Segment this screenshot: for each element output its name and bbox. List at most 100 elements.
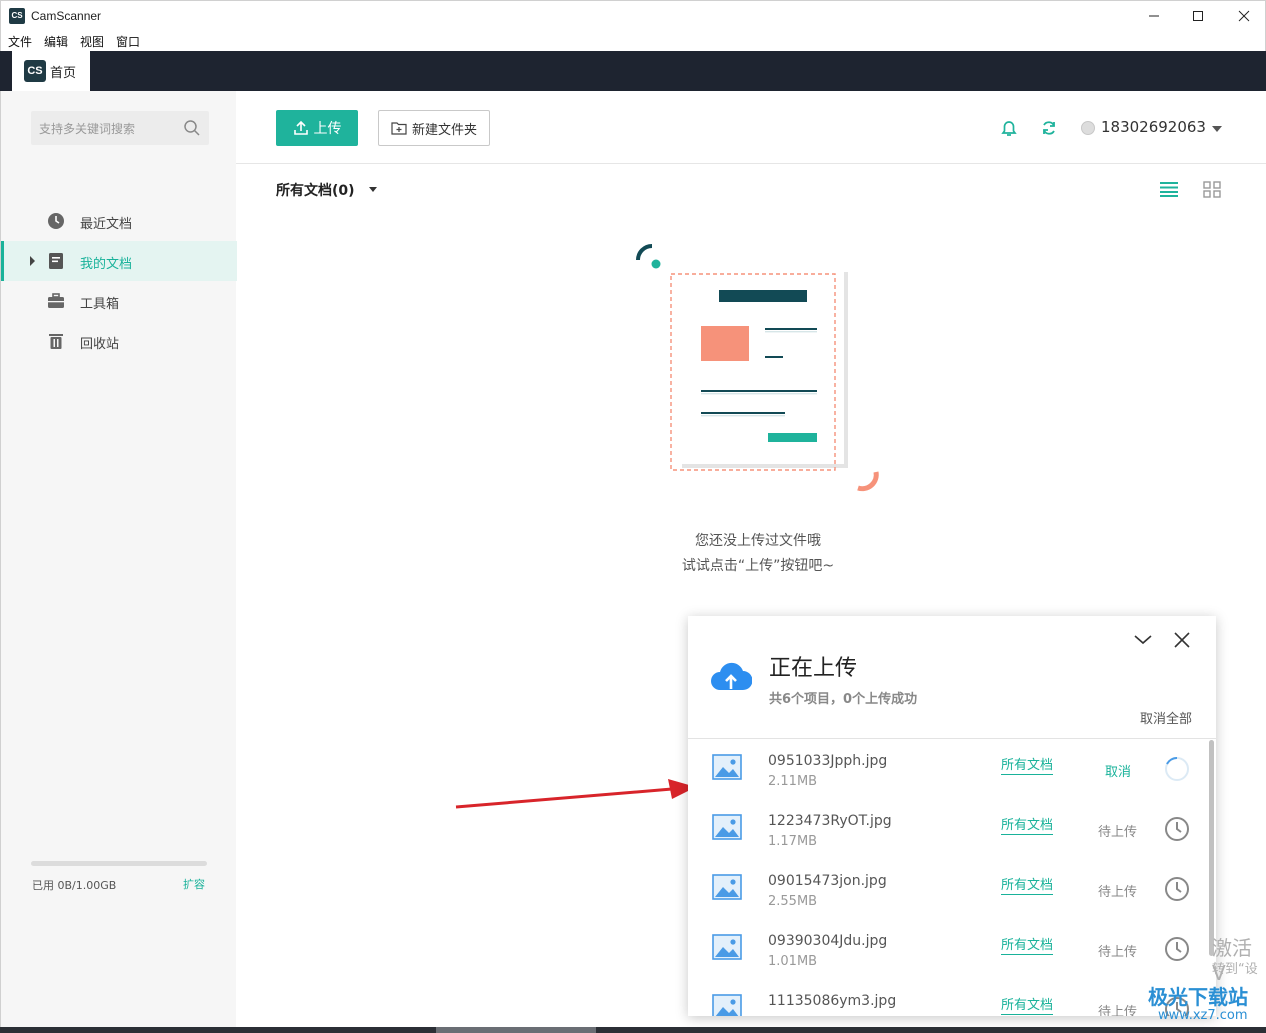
upload-file-row: 11135086ym3.jpg 所有文档 待上传	[688, 980, 1208, 1016]
destination-folder-link[interactable]: 所有文档	[1001, 938, 1054, 955]
file-size: 1.01MB	[768, 954, 818, 969]
close-icon	[1238, 10, 1250, 22]
title-bar: CS CamScanner	[0, 0, 1266, 30]
grid-view-icon[interactable]	[1203, 181, 1221, 198]
sidebar-item-label: 回收站	[80, 337, 120, 352]
app-icon: CS	[9, 8, 25, 24]
upload-file-row: 09015473jon.jpg 2.55MB 所有文档 待上传	[688, 860, 1208, 920]
upload-file-row: 0951033Jpph.jpg 2.11MB 所有文档 取消	[688, 740, 1208, 800]
destination-folder-link[interactable]: 所有文档	[1001, 998, 1054, 1015]
image-file-icon	[712, 874, 742, 900]
destination-folder-link[interactable]: 所有文档	[1001, 758, 1054, 775]
upload-file-row: 09390304Jdu.jpg 1.01MB 所有文档 待上传	[688, 920, 1208, 980]
menu-edit[interactable]: 编辑	[44, 33, 68, 50]
upload-status: 待上传	[1098, 1005, 1138, 1016]
trash-icon	[49, 334, 63, 349]
sidebar-item-trash[interactable]: 回收站	[1, 321, 237, 361]
account-dropdown-icon[interactable]	[1212, 126, 1222, 132]
main-toolbar: 上传 新建文件夹 18302692063	[236, 91, 1266, 164]
toolbox-icon	[48, 293, 64, 308]
image-file-icon	[712, 934, 742, 960]
sidebar-item-label: 工具箱	[80, 297, 120, 312]
close-window-button[interactable]	[1221, 1, 1266, 31]
expand-caret-icon[interactable]	[30, 256, 35, 266]
close-panel-icon[interactable]	[1172, 630, 1192, 650]
collapse-panel-icon[interactable]	[1132, 630, 1154, 648]
loading-spinner-icon	[1165, 756, 1189, 781]
expand-storage-link[interactable]: 扩容	[183, 876, 205, 892]
file-name: 09015473jon.jpg	[768, 873, 887, 889]
upload-panel-title: 正在上传	[769, 656, 858, 681]
destination-folder-link[interactable]: 所有文档	[1001, 818, 1054, 835]
upload-status: 待上传	[1098, 825, 1138, 840]
sidebar-item-my-docs[interactable]: 我的文档	[1, 241, 237, 281]
red-arrow-annotation	[455, 779, 696, 809]
clock-icon	[1165, 817, 1189, 841]
document-filter-title[interactable]: 所有文档(0)	[276, 180, 355, 200]
file-name: 09390304Jdu.jpg	[768, 933, 888, 949]
tab-bar: CS 首页	[0, 51, 1266, 91]
maximize-icon	[1193, 11, 1203, 21]
file-size: 2.11MB	[768, 774, 818, 789]
tab-home[interactable]: CS 首页	[12, 51, 90, 91]
menu-window[interactable]: 窗口	[116, 33, 140, 50]
empty-state-line-1: 您还没上传过文件哦	[695, 533, 821, 549]
file-name: 11135086ym3.jpg	[768, 993, 897, 1009]
storage-usage-bar	[31, 861, 207, 866]
divider	[688, 738, 1216, 739]
sidebar-item-label: 最近文档	[80, 217, 133, 232]
chevron-down-icon[interactable]	[369, 187, 377, 192]
upload-file-row: 1223473RyOT.jpg 1.17MB 所有文档 待上传	[688, 800, 1208, 860]
sidebar-item-recent[interactable]: 最近文档	[1, 201, 237, 241]
menu-view[interactable]: 视图	[80, 33, 104, 50]
scrollbar[interactable]	[1209, 740, 1214, 956]
camscanner-logo: CS	[24, 60, 46, 82]
activation-watermark-sub: 转到“设	[1212, 962, 1258, 977]
minimize-icon	[1149, 15, 1159, 17]
image-file-icon	[712, 994, 742, 1016]
site-watermark-logo: 极光下载站	[1148, 985, 1248, 1009]
upload-panel-summary: 共6个项目，0个上传成功	[769, 692, 918, 707]
new-folder-button-label: 新建文件夹	[411, 122, 477, 138]
taskbar-edge	[0, 1027, 1266, 1033]
file-size: 1.17MB	[768, 834, 818, 849]
tab-home-label: 首页	[50, 65, 77, 81]
empty-document-illustration	[636, 244, 879, 492]
destination-folder-link[interactable]: 所有文档	[1001, 878, 1054, 895]
new-folder-icon	[391, 122, 407, 135]
empty-state-line-2: 试试点击“上传”按钮吧~	[681, 558, 835, 574]
upload-icon	[293, 120, 308, 135]
cloud-upload-icon	[711, 662, 752, 690]
clock-icon	[1165, 937, 1189, 961]
site-watermark-url: www.xz7.com	[1158, 1008, 1248, 1023]
file-name: 1223473RyOT.jpg	[768, 813, 892, 829]
clock-icon	[1165, 877, 1189, 901]
document-icon	[49, 253, 63, 269]
list-view-icon[interactable]	[1160, 181, 1178, 197]
cancel-all-button[interactable]: 取消全部	[1140, 708, 1192, 727]
minimize-button[interactable]	[1131, 1, 1177, 31]
cancel-upload-button[interactable]: 取消	[1105, 761, 1131, 780]
window-title: CamScanner	[31, 9, 102, 23]
new-folder-button[interactable]: 新建文件夹	[378, 110, 490, 146]
user-account-name[interactable]: 18302692063	[1101, 118, 1206, 136]
upload-progress-panel: 正在上传 共6个项目，0个上传成功 取消全部 0951033Jpph.jpg 2…	[688, 616, 1216, 1016]
upload-status: 待上传	[1098, 945, 1138, 960]
upload-button[interactable]: 上传	[276, 110, 358, 146]
sync-icon[interactable]	[1039, 118, 1059, 138]
search-box[interactable]: 支持多关键词搜索	[31, 111, 209, 145]
image-file-icon	[712, 754, 742, 780]
sidebar: 支持多关键词搜索 最近文档 我的文档 工具箱 回收站 已用 0B/1.00GB …	[0, 91, 237, 1027]
sidebar-item-toolbox[interactable]: 工具箱	[1, 281, 237, 321]
upload-button-label: 上传	[313, 121, 342, 137]
upload-status: 待上传	[1098, 885, 1138, 900]
avatar[interactable]	[1081, 121, 1095, 135]
search-input[interactable]: 支持多关键词搜索	[39, 120, 135, 137]
storage-usage-text: 已用 0B/1.00GB	[32, 879, 117, 892]
sidebar-item-label: 我的文档	[80, 257, 133, 272]
search-icon[interactable]	[183, 119, 201, 137]
notification-bell-icon[interactable]	[999, 118, 1019, 138]
maximize-button[interactable]	[1175, 1, 1221, 31]
image-file-icon	[712, 814, 742, 840]
menu-file[interactable]: 文件	[8, 33, 32, 50]
